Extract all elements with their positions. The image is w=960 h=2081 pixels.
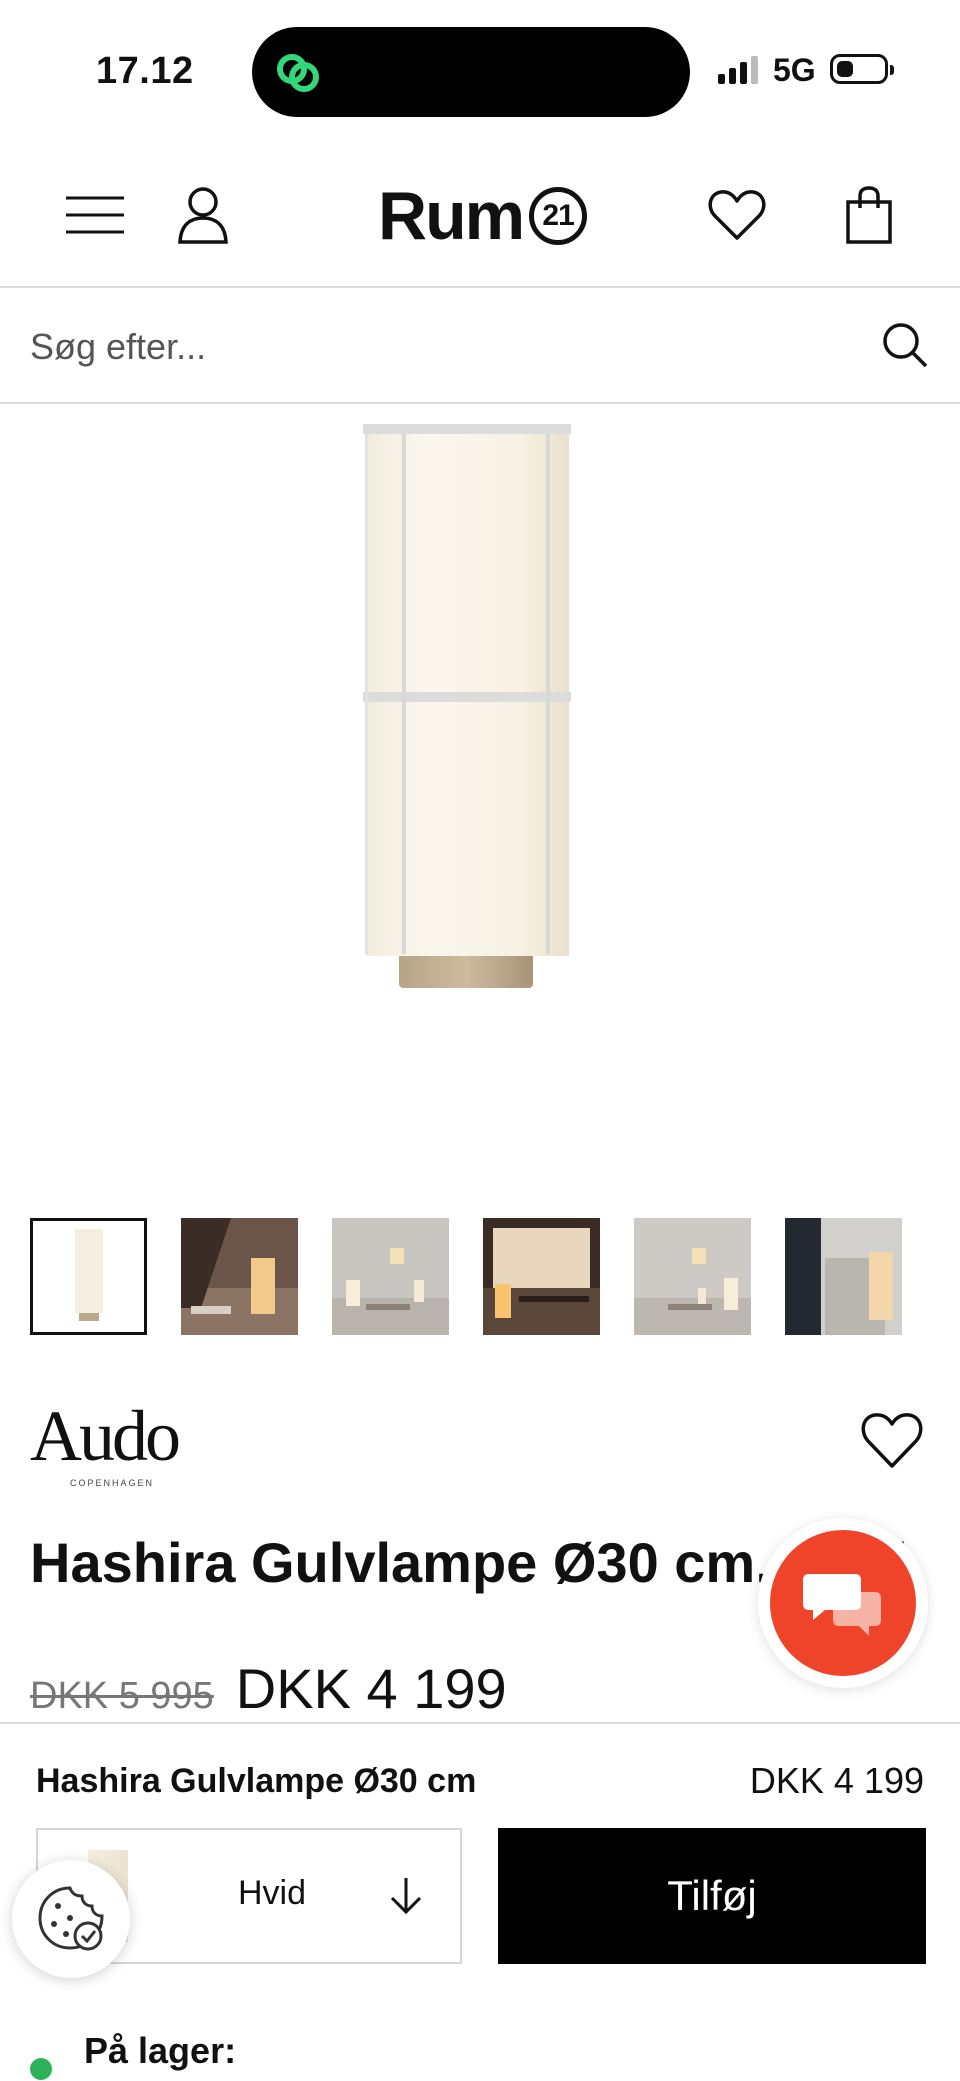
cookie-consent-button[interactable]: [12, 1860, 130, 1978]
stock-label: På lager:: [84, 2030, 237, 2071]
signal-icon: [718, 56, 758, 84]
chat-button[interactable]: [758, 1518, 928, 1688]
network-type: 5G: [773, 52, 816, 88]
product-image[interactable]: [0, 406, 960, 1186]
sticky-price: DKK 4 199: [749, 1760, 924, 1801]
search-input[interactable]: [30, 312, 850, 382]
thumbnail-4[interactable]: [483, 1218, 600, 1335]
status-time: 17.12: [96, 50, 194, 92]
brand-logo[interactable]: Audo COPENHAGEN: [30, 1396, 181, 1488]
cart-icon[interactable]: [834, 180, 904, 250]
dynamic-island: [252, 27, 690, 117]
search-icon[interactable]: [880, 320, 930, 370]
chat-icon: [803, 1574, 881, 1636]
thumbnail-3[interactable]: [332, 1218, 449, 1335]
thumbnail-2[interactable]: [181, 1218, 298, 1335]
current-price: DKK 4 199: [235, 1657, 507, 1720]
price-block: DKK 5 995 DKK 4 199: [30, 1656, 507, 1721]
thumbnail-5[interactable]: [634, 1218, 751, 1335]
variant-label: Hvid: [238, 1874, 307, 1912]
sticky-add-bar: Hashira Gulvlampe Ø30 cm DKK 4 199 Hvid …: [0, 1722, 960, 2081]
arrow-down-icon: [390, 1878, 422, 1915]
site-header: Rum 21: [0, 140, 960, 288]
wishlist-icon[interactable]: [702, 180, 772, 250]
menu-icon[interactable]: [60, 180, 130, 250]
brand-subtitle: COPENHAGEN: [70, 1478, 155, 1488]
site-logo[interactable]: Rum 21: [378, 178, 588, 254]
logo-text: Rum: [378, 178, 525, 254]
favorite-icon[interactable]: [860, 1410, 924, 1470]
search-bar: [0, 290, 960, 404]
add-to-cart-button[interactable]: Tilføj: [498, 1828, 926, 1964]
logo-badge: 21: [529, 187, 588, 245]
sticky-product-name: Hashira Gulvlampe Ø30 cm: [36, 1762, 477, 1800]
thumbnail-1[interactable]: [30, 1218, 147, 1335]
account-icon[interactable]: [168, 180, 238, 250]
battery-icon: [830, 54, 894, 84]
brand-name: Audo: [30, 1396, 181, 1476]
status-bar: 17.12 5G: [0, 0, 960, 140]
thumbnail-6[interactable]: [785, 1218, 902, 1335]
old-price: DKK 5 995: [30, 1675, 214, 1717]
cookie-icon: [38, 1886, 104, 1951]
thumbnail-strip: [30, 1218, 902, 1335]
link-app-icon: [277, 54, 319, 92]
stock-indicator: [30, 2058, 52, 2080]
